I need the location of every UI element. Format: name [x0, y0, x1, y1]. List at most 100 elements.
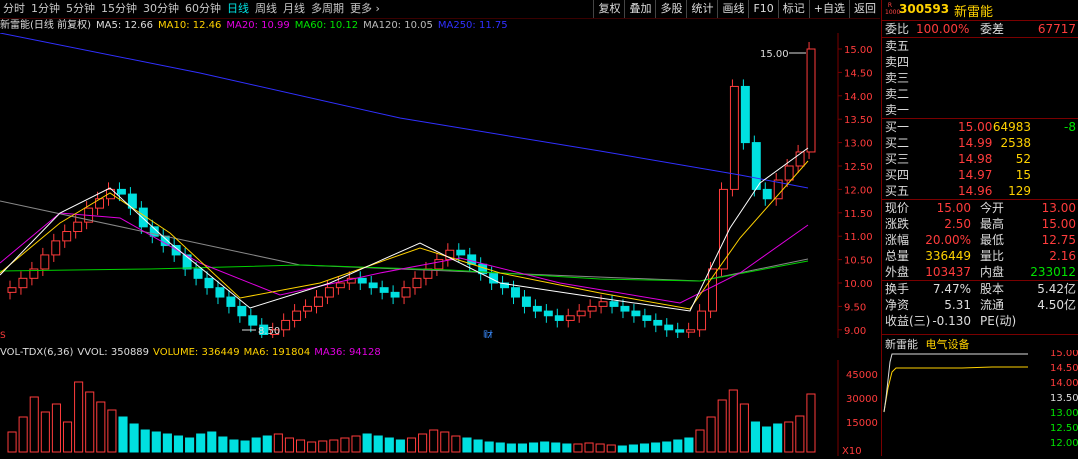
- volume-bar: [340, 437, 350, 453]
- period-tabs: 分时 1分钟 5分钟 15分钟 30分钟 60分钟 日线 周线 月线 多周期 更多 ›: [0, 1, 383, 17]
- tool-button[interactable]: 叠加: [624, 0, 655, 18]
- sell-level-label: 卖三: [885, 71, 910, 85]
- fund-value: -0.130: [932, 314, 971, 328]
- volume-bar: [517, 443, 528, 453]
- quote-row: 买四 14.97 15: [882, 167, 1078, 183]
- volume-bar: [806, 393, 816, 453]
- volume-bar: [418, 433, 428, 453]
- volume-bar: [362, 433, 372, 453]
- low-price-label: 8.50: [258, 326, 280, 337]
- tool-button[interactable]: +自选: [808, 0, 849, 18]
- candle: [193, 268, 203, 279]
- quote-panel: R 1000 300593 新雷能 委比 100.00% 委差 67717 卖五卖…: [881, 0, 1078, 456]
- price-tick: 14.00: [844, 92, 873, 103]
- volume-unit: X10: [842, 446, 862, 456]
- candlestick-chart[interactable]: 15.00 14.50 14.00 13.50 13.00 12.50 12.00 11.50…: [0, 32, 880, 342]
- tool-button[interactable]: 返回: [849, 0, 880, 18]
- quote-details: 现价 15.00 今开 13.00 涨跌 2.50 最高 15.00 涨幅 20.00% 最低 12.…: [882, 199, 1078, 280]
- quote-value: 2.16: [1049, 249, 1076, 263]
- volume-label: VOLUME: 336449: [153, 347, 240, 358]
- tool-button[interactable]: 复权: [593, 0, 624, 18]
- quote-value: 336449: [925, 249, 971, 263]
- fund-label: 股本: [980, 282, 1005, 296]
- tool-button[interactable]: 画线: [717, 0, 748, 18]
- period-tab[interactable]: 周线: [252, 1, 280, 17]
- stock-name: 新雷能: [954, 5, 994, 20]
- volume-legend: VOL-TDX(6,36) VVOL: 350889 VOLUME: 33644…: [0, 346, 880, 360]
- candle: [116, 188, 126, 195]
- buy-level-label: 买二: [885, 136, 910, 150]
- buy-price: 14.96: [958, 184, 993, 198]
- volume-bar: [273, 433, 283, 453]
- tool-button[interactable]: 统计: [686, 0, 717, 18]
- vol-title: VOL-TDX(6,36): [0, 347, 74, 358]
- volume-bar: [706, 416, 716, 453]
- candle: [708, 268, 717, 312]
- volume-bar: [617, 445, 627, 453]
- price-tick: 14.50: [844, 68, 873, 79]
- tool-button[interactable]: 多股: [655, 0, 686, 18]
- quote-label: 最低: [980, 233, 1005, 247]
- volume-bar: [773, 423, 783, 453]
- quote-row: 卖四: [882, 54, 1078, 70]
- tool-button[interactable]: F10: [748, 0, 777, 18]
- candle: [379, 287, 389, 293]
- sell-level-label: 卖四: [885, 55, 910, 69]
- volume-bar: [162, 433, 172, 453]
- ma20-label: MA20: 10.99: [226, 20, 290, 31]
- buy-price: 14.99: [958, 136, 993, 150]
- fund-value: 5.42亿: [1037, 282, 1076, 296]
- buy-level-label: 买四: [885, 168, 910, 182]
- period-tab[interactable]: 60分钟: [182, 1, 224, 17]
- quote-row: 卖三: [882, 70, 1078, 86]
- candle: [664, 324, 674, 331]
- mini-price-tick: 13.00: [1050, 408, 1078, 419]
- period-tab[interactable]: 月线: [280, 1, 308, 17]
- fund-label: 收益(三): [885, 314, 931, 328]
- candle: [412, 277, 422, 289]
- buy-level-label: 买一: [885, 120, 910, 134]
- candle: [7, 287, 17, 293]
- period-tab[interactable]: 15分钟: [98, 1, 140, 17]
- period-tab[interactable]: 分时: [0, 1, 28, 17]
- mini-price-tick: 14.50: [1050, 363, 1078, 374]
- volume-bar: [107, 409, 117, 453]
- high-price-label: 15.00: [760, 49, 789, 60]
- volume-bar: [506, 443, 516, 453]
- volume-bar: [540, 441, 550, 453]
- quote-row: 总量 336449 量比 2.16: [882, 248, 1078, 264]
- period-tab[interactable]: 多周期: [308, 1, 347, 17]
- volume-bar: [406, 437, 417, 453]
- quote-label: 今开: [980, 201, 1005, 215]
- volume-bar: [329, 439, 339, 453]
- period-tab[interactable]: 1分钟: [28, 1, 63, 17]
- period-tab[interactable]: 30分钟: [140, 1, 182, 17]
- volume-bar: [185, 437, 195, 453]
- quote-label: 量比: [980, 249, 1005, 263]
- volume-bar: [573, 443, 583, 453]
- volume-svg: 45000 30000 15000 X10: [7, 360, 878, 457]
- quote-label: 涨幅: [885, 233, 910, 247]
- buy-level-label: 买五: [885, 184, 910, 198]
- price-tick: 11.50: [844, 209, 873, 220]
- candle: [675, 329, 685, 333]
- period-tab[interactable]: 更多 ›: [347, 1, 383, 17]
- candle: [686, 329, 696, 333]
- volume-bar: [85, 391, 95, 453]
- period-tab[interactable]: 日线: [224, 1, 252, 17]
- volume-bar: [529, 442, 539, 453]
- quote-row: 卖二: [882, 86, 1078, 102]
- volume-bar: [129, 423, 139, 453]
- candle: [303, 305, 312, 312]
- quote-row: 卖一: [882, 102, 1078, 118]
- volume-bar: [173, 435, 184, 453]
- tool-button[interactable]: 标记: [777, 0, 809, 18]
- finance-marker[interactable]: 财: [483, 329, 493, 342]
- sell-level-label: 卖五: [885, 39, 910, 53]
- period-tab[interactable]: 5分钟: [63, 1, 98, 17]
- volume-chart[interactable]: 45000 30000 15000 X10: [0, 360, 880, 457]
- s-marker: S: [0, 331, 6, 338]
- price-tick: 9.00: [844, 326, 866, 337]
- buy-change: -8: [1064, 120, 1076, 134]
- candle: [40, 254, 50, 270]
